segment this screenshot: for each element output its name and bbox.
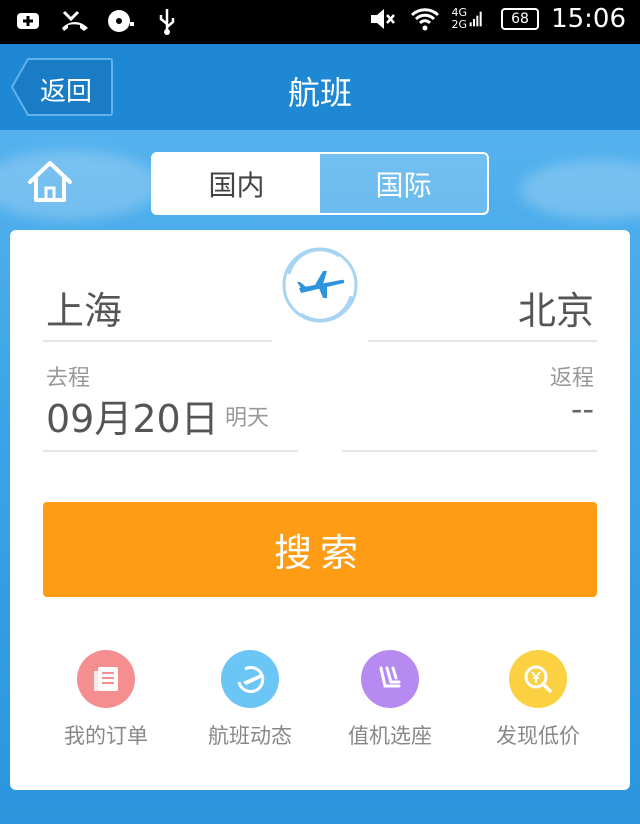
status-bar: 4G 2G 68 15:06	[0, 0, 640, 44]
network-type: 4G 2G	[451, 6, 468, 31]
quick-link-label: 航班动态	[208, 724, 292, 748]
swap-cities-button[interactable]	[279, 244, 361, 326]
quick-link-label: 我的订单	[64, 724, 148, 748]
status-left-icons	[14, 6, 182, 36]
quick-link-low-price[interactable]: 发现低价	[468, 650, 608, 750]
arrival-city[interactable]: 北京	[518, 280, 594, 335]
signal-icon	[469, 11, 482, 27]
usb-icon	[159, 9, 175, 35]
quick-link-flight-status[interactable]: 航班动态	[180, 650, 320, 750]
domestic-international-tabs: 国内 国际	[151, 152, 489, 215]
quick-link-label: 发现低价	[496, 724, 580, 748]
tab-domestic[interactable]: 国内	[153, 154, 320, 213]
wifi-icon	[410, 8, 439, 31]
status-right-icons: 4G 2G 68 15:06	[368, 4, 626, 34]
clock: 15:06	[551, 4, 626, 34]
departure-city[interactable]: 上海	[46, 280, 122, 335]
home-icon[interactable]	[26, 158, 74, 204]
seat-select-icon	[361, 650, 419, 708]
quick-link-my-orders[interactable]: 我的订单	[36, 650, 176, 750]
order-list-icon	[77, 650, 135, 708]
depart-date-hint: 明天	[225, 406, 270, 431]
tab-international[interactable]: 国际	[320, 154, 487, 213]
divider	[43, 340, 272, 342]
add-notification-icon	[17, 13, 39, 29]
storage-icon	[108, 10, 134, 32]
mute-icon	[370, 9, 395, 29]
divider	[43, 450, 298, 452]
low-price-icon	[509, 650, 567, 708]
cloud-decoration	[0, 150, 160, 220]
cloud-decoration	[520, 160, 640, 220]
quick-link-seat-selection[interactable]: 值机选座	[320, 650, 460, 750]
quick-link-label: 值机选座	[348, 724, 432, 748]
flight-status-icon	[221, 650, 279, 708]
divider	[368, 340, 597, 342]
return-label: 返程	[549, 366, 594, 391]
depart-date[interactable]: 09月20日	[46, 388, 219, 443]
missed-call-icon	[62, 10, 88, 31]
battery-indicator: 68	[501, 8, 540, 30]
flight-search-card: 上海 北京 去程 返程 09月20日 明天 -- 搜索 我的订单 航班动态 值机…	[10, 230, 630, 790]
page-title: 航班	[287, 74, 352, 112]
divider	[342, 450, 597, 452]
search-button[interactable]: 搜索	[43, 502, 597, 597]
return-date[interactable]: --	[571, 390, 594, 428]
nav-bar: 返回 航班	[0, 44, 640, 130]
